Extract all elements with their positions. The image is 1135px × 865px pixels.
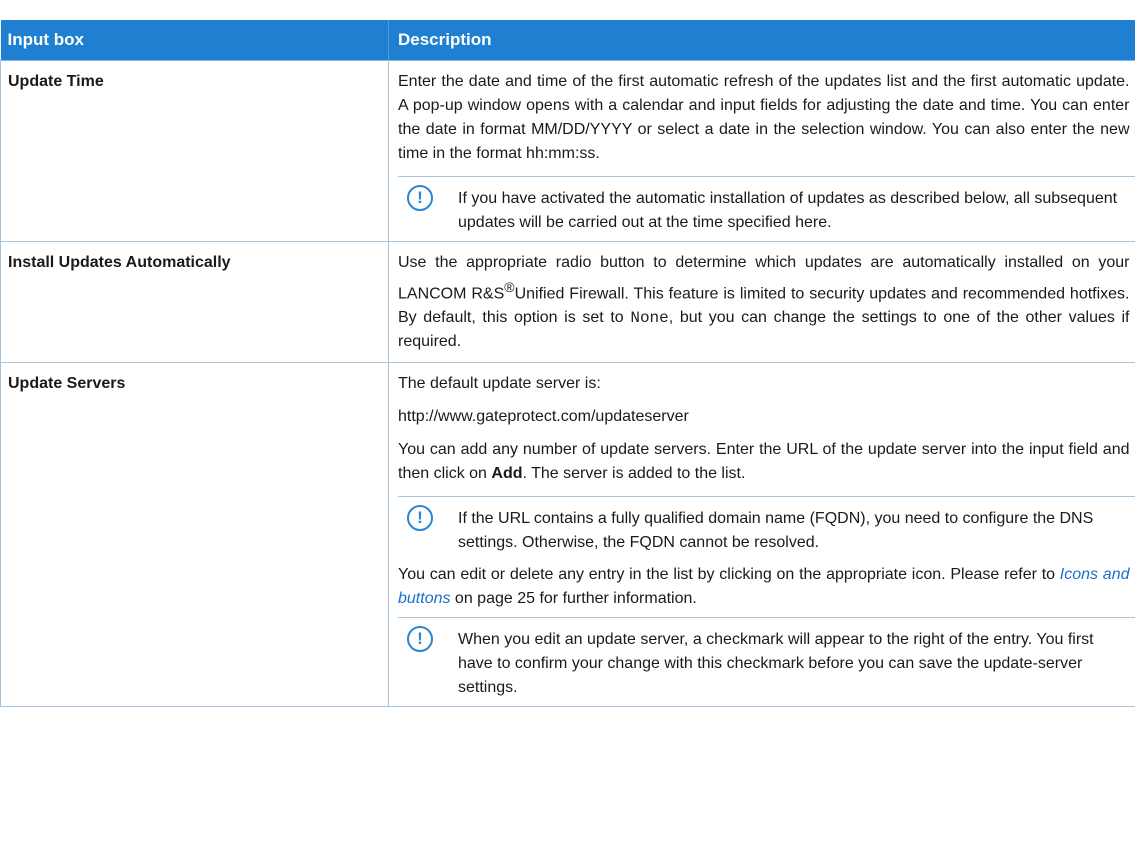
note-box: ! If the URL contains a fully qualified …	[398, 496, 1135, 561]
note-box: ! If you have activated the automatic in…	[398, 176, 1135, 241]
text-run: . The server is added to the list.	[522, 465, 746, 483]
text-run: You can edit or delete any entry in the …	[398, 566, 1060, 584]
row-desc-update-servers: The default update server is: http://www…	[388, 362, 1135, 708]
text-run: on page 25 for further information.	[450, 590, 697, 608]
add-label: Add	[491, 465, 523, 483]
note-text: If you have activated the automatic inst…	[458, 190, 1118, 231]
row-label-update-time: Update Time	[0, 60, 389, 242]
row-label-install-updates: Install Updates Automatically	[0, 241, 389, 364]
table-row: Install Updates Automatically Use the ap…	[0, 241, 1135, 364]
paragraph: The default update server is:	[398, 375, 601, 393]
note-text: When you edit an update server, a checkm…	[458, 631, 1094, 697]
paragraph: You can add any number of update servers…	[398, 429, 1135, 486]
registered-mark: ®	[504, 279, 515, 295]
settings-table: Input box Description Update Time Enter …	[0, 20, 1135, 708]
exclamation-circle-icon: !	[407, 505, 433, 532]
exclamation-circle-icon: !	[407, 626, 433, 653]
table-row: Update Time Enter the date and time of t…	[0, 60, 1135, 242]
note-text: If the URL contains a fully qualified do…	[458, 510, 1094, 552]
row-label-update-servers: Update Servers	[0, 362, 389, 708]
exclamation-circle-icon: !	[407, 185, 433, 211]
row-desc-install-updates: Use the appropriate radio button to dete…	[388, 241, 1135, 364]
header-input-box: Input box	[0, 20, 389, 61]
paragraph: You can edit or delete any entry in the …	[398, 561, 1135, 611]
row-desc-update-time: Enter the date and time of the first aut…	[388, 60, 1135, 242]
code-none: None	[630, 309, 669, 328]
paragraph: Enter the date and time of the first aut…	[398, 73, 1130, 162]
default-server-url: http://www.gateprotect.com/updateserver	[398, 408, 689, 426]
table-header-row: Input box Description	[0, 20, 1135, 61]
paragraph: Use the appropriate radio button to dete…	[398, 242, 1135, 362]
table-row: Update Servers The default update server…	[0, 362, 1135, 708]
header-description: Description	[388, 20, 1135, 61]
note-box: ! When you edit an update server, a chec…	[398, 617, 1135, 706]
